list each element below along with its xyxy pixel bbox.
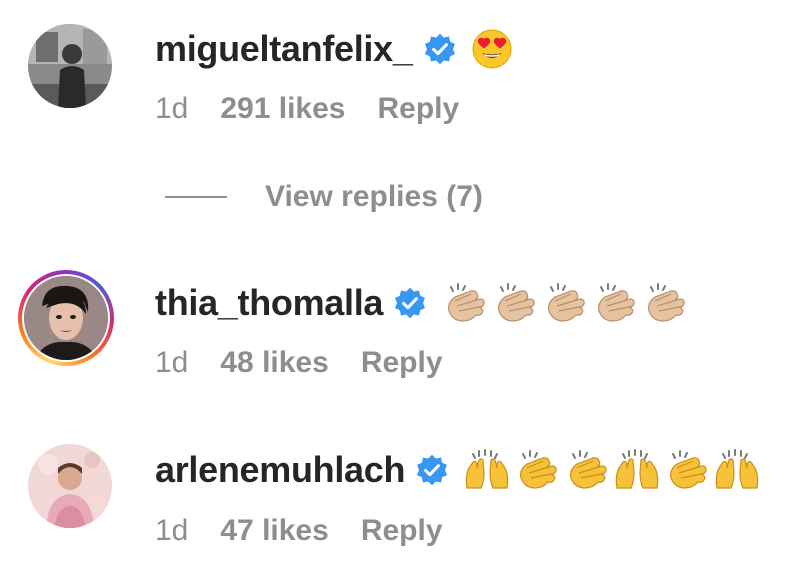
reply-button[interactable]: Reply [361,346,443,380]
clapping-hands-emoji-icon [670,450,707,489]
replies-divider-line [165,196,227,198]
view-replies-label: View replies (7) [265,180,483,213]
verified-badge-icon [395,287,426,319]
raising-hands-emoji-icon [715,449,759,489]
raising-hands-emoji-icon [615,449,659,489]
verified-badge-icon [417,454,448,486]
clapping-hands-emoji-icon [448,283,485,322]
comment-time: 1d [155,92,189,125]
likes-count[interactable]: 47 likes [220,514,328,548]
raising-hands-emoji-icon [465,449,509,489]
clapping-hands-emoji-icon [498,283,535,322]
reply-button[interactable]: Reply [361,514,443,548]
clapping-hands-emoji-icon [648,283,685,322]
view-replies-button[interactable]: View replies (7) [165,180,483,214]
username[interactable]: migueltanfelix_ [155,28,413,70]
clapping-hands-emoji-icon [598,283,635,322]
likes-count[interactable]: 48 likes [220,346,328,380]
reply-button[interactable]: Reply [378,92,460,126]
avatar[interactable] [28,444,112,528]
username[interactable]: arlenemuhlach [155,449,406,491]
likes-count[interactable]: 291 likes [220,92,345,126]
comment-time: 1d [155,514,189,547]
clapping-hands-emoji-icon [520,450,557,489]
avatar[interactable] [28,24,112,108]
avatar [24,276,108,360]
comment-emojis [441,281,689,325]
username[interactable]: thia_thomalla [155,282,383,324]
verified-badge-icon [424,33,455,65]
comment-emojis [471,28,513,70]
clapping-hands-emoji-icon [548,283,585,322]
heart-eyes-emoji-icon [472,29,512,69]
comment-time: 1d [155,346,189,379]
comment-emojis [463,448,761,492]
story-ring[interactable] [18,270,114,366]
clapping-hands-emoji-icon [570,450,607,489]
